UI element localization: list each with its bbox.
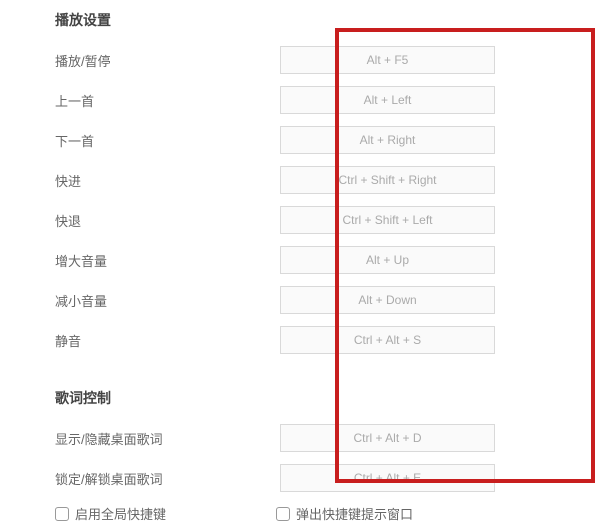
shortcut-input-mute[interactable]: Ctrl + Alt + S — [280, 326, 495, 354]
shortcut-input-volume-up[interactable]: Alt + Up — [280, 246, 495, 274]
lyrics-control-section: 歌词控制 显示/隐藏桌面歌词 Ctrl + Alt + D 锁定/解锁桌面歌词 … — [55, 388, 600, 492]
shortcut-input-lock-lyrics[interactable]: Ctrl + Alt + E — [280, 464, 495, 492]
popup-hint-group: 弹出快捷键提示窗口 — [276, 504, 413, 523]
shortcut-input-rewind[interactable]: Ctrl + Shift + Left — [280, 206, 495, 234]
enable-global-shortcut-checkbox[interactable] — [55, 507, 69, 521]
shortcut-label-prev: 上一首 — [55, 91, 280, 110]
shortcut-label-volume-up: 增大音量 — [55, 251, 280, 270]
shortcut-label-play-pause: 播放/暂停 — [55, 51, 280, 70]
lyrics-section-title: 歌词控制 — [55, 388, 600, 408]
shortcut-row: 上一首 Alt + Left — [55, 86, 600, 114]
playback-section-title: 播放设置 — [55, 10, 600, 30]
shortcut-label-lock-lyrics: 锁定/解锁桌面歌词 — [55, 469, 280, 488]
popup-hint-checkbox[interactable] — [276, 507, 290, 521]
enable-global-shortcut-group: 启用全局快捷键 — [55, 504, 166, 523]
shortcut-label-toggle-lyrics: 显示/隐藏桌面歌词 — [55, 429, 280, 448]
popup-hint-label: 弹出快捷键提示窗口 — [296, 504, 413, 523]
shortcut-row: 快进 Ctrl + Shift + Right — [55, 166, 600, 194]
shortcut-input-play-pause[interactable]: Alt + F5 — [280, 46, 495, 74]
shortcut-input-fastforward[interactable]: Ctrl + Shift + Right — [280, 166, 495, 194]
playback-settings-section: 播放设置 播放/暂停 Alt + F5 上一首 Alt + Left 下一首 A… — [55, 10, 600, 354]
shortcut-label-mute: 静音 — [55, 331, 280, 350]
shortcut-row: 显示/隐藏桌面歌词 Ctrl + Alt + D — [55, 424, 600, 452]
shortcut-label-volume-down: 减小音量 — [55, 291, 280, 310]
shortcut-row: 增大音量 Alt + Up — [55, 246, 600, 274]
enable-global-shortcut-label: 启用全局快捷键 — [75, 504, 166, 523]
shortcut-input-volume-down[interactable]: Alt + Down — [280, 286, 495, 314]
footer-row: 启用全局快捷键 弹出快捷键提示窗口 — [55, 504, 600, 523]
shortcut-label-next: 下一首 — [55, 131, 280, 150]
shortcut-label-fastforward: 快进 — [55, 171, 280, 190]
shortcut-input-toggle-lyrics[interactable]: Ctrl + Alt + D — [280, 424, 495, 452]
shortcut-row: 快退 Ctrl + Shift + Left — [55, 206, 600, 234]
shortcut-input-prev[interactable]: Alt + Left — [280, 86, 495, 114]
shortcut-row: 播放/暂停 Alt + F5 — [55, 46, 600, 74]
shortcut-row: 下一首 Alt + Right — [55, 126, 600, 154]
shortcut-row: 减小音量 Alt + Down — [55, 286, 600, 314]
shortcut-input-next[interactable]: Alt + Right — [280, 126, 495, 154]
shortcut-label-rewind: 快退 — [55, 211, 280, 230]
shortcut-row: 静音 Ctrl + Alt + S — [55, 326, 600, 354]
shortcut-row: 锁定/解锁桌面歌词 Ctrl + Alt + E — [55, 464, 600, 492]
